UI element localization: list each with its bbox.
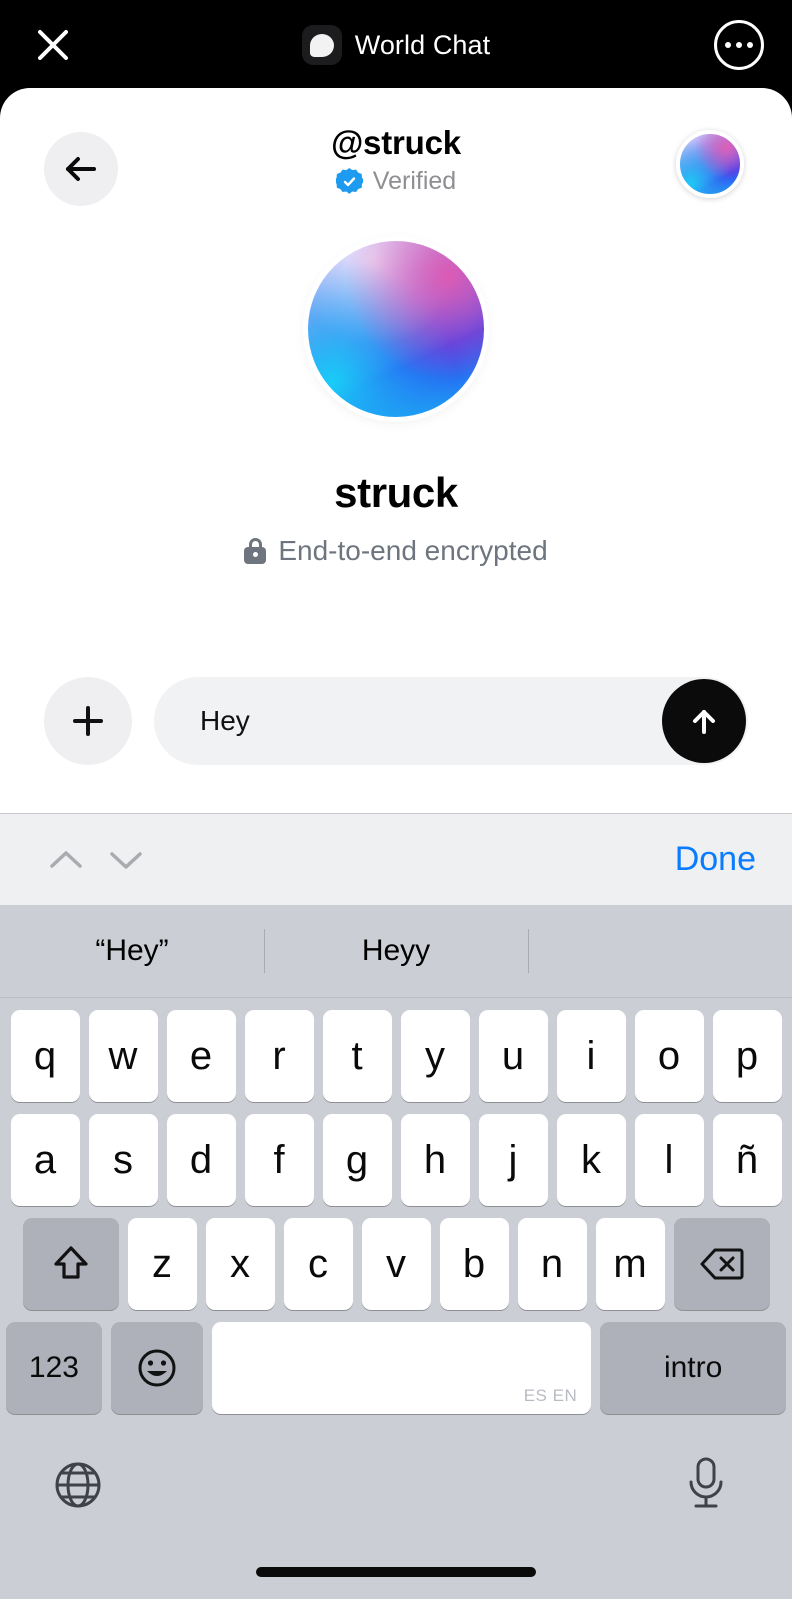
space-language-label: ES EN <box>523 1386 578 1405</box>
suggestion-item[interactable]: “Hey” <box>0 934 264 968</box>
message-input-value: Hey <box>200 705 250 736</box>
key-v[interactable]: v <box>361 1218 431 1310</box>
keyboard-row-2: a s d f g h j k l ñ <box>0 1114 792 1206</box>
autocorrect-suggestions: “Hey” Heyy <box>0 905 792 998</box>
numbers-key[interactable]: 123 <box>6 1322 102 1414</box>
encryption-notice: End-to-end encrypted <box>0 535 792 567</box>
send-button[interactable] <box>662 679 746 763</box>
encryption-label: End-to-end encrypted <box>278 535 548 566</box>
keyboard-row-3: z x c v b n m <box>0 1218 792 1310</box>
key-n[interactable]: n <box>517 1218 587 1310</box>
key-j[interactable]: j <box>478 1114 548 1206</box>
key-x[interactable]: x <box>205 1218 275 1310</box>
page-title: struck <box>334 469 458 516</box>
key-a[interactable]: a <box>10 1114 80 1206</box>
key-f[interactable]: f <box>244 1114 314 1206</box>
key-q[interactable]: q <box>10 1010 80 1102</box>
verified-label: Verified <box>372 167 457 195</box>
on-screen-keyboard: “Hey” Heyy q w e r t y u i o p a s d f g… <box>0 905 792 1599</box>
key-r[interactable]: r <box>244 1010 314 1102</box>
keyboard-bottom-bar <box>0 1427 792 1599</box>
key-z[interactable]: z <box>127 1218 197 1310</box>
key-h[interactable]: h <box>400 1114 470 1206</box>
header-identity: @struck Verified <box>0 124 792 196</box>
key-e[interactable]: e <box>166 1010 236 1102</box>
key-k[interactable]: k <box>556 1114 626 1206</box>
suggestion-item[interactable]: Heyy <box>264 934 528 968</box>
keyboard-row-4: 123 ES EN intro <box>0 1322 792 1414</box>
key-u[interactable]: u <box>478 1010 548 1102</box>
chat-bubble-icon <box>301 25 342 65</box>
profile-block: struck End-to-end encrypted <box>0 241 792 567</box>
key-l[interactable]: l <box>634 1114 704 1206</box>
app-title: World Chat <box>354 29 491 60</box>
key-w[interactable]: w <box>88 1010 158 1102</box>
verified-badge-icon <box>335 168 363 194</box>
keyboard-row-1: q w e r t y u i o p <box>0 1010 792 1102</box>
app-title-group: World Chat <box>0 20 792 70</box>
chat-sheet: @struck Verified struck End-to-end encry… <box>0 88 792 813</box>
key-t[interactable]: t <box>322 1010 392 1102</box>
shift-icon[interactable] <box>22 1218 119 1310</box>
key-b[interactable]: b <box>439 1218 509 1310</box>
message-input[interactable]: Hey <box>154 677 748 765</box>
key-c[interactable]: c <box>283 1218 353 1310</box>
chevron-up-icon[interactable] <box>36 830 96 890</box>
lock-icon <box>244 538 267 564</box>
key-enye[interactable]: ñ <box>712 1114 782 1206</box>
enter-key[interactable]: intro <box>600 1322 786 1414</box>
user-handle: @struck <box>331 124 461 161</box>
key-o[interactable]: o <box>634 1010 704 1102</box>
more-options-icon[interactable] <box>714 20 764 70</box>
key-g[interactable]: g <box>322 1114 392 1206</box>
space-key[interactable]: ES EN <box>211 1322 592 1414</box>
emoji-icon[interactable] <box>110 1322 203 1414</box>
avatar[interactable] <box>676 130 744 198</box>
keyboard-accessory-bar: Done <box>0 813 792 905</box>
phone-screen: World Chat @struck Verified struck End-t… <box>0 0 792 1599</box>
profile-avatar-large[interactable] <box>308 241 484 417</box>
chevron-down-icon[interactable] <box>96 830 156 890</box>
key-m[interactable]: m <box>595 1218 665 1310</box>
home-indicator[interactable] <box>256 1567 536 1577</box>
verified-status: Verified <box>335 167 457 196</box>
key-d[interactable]: d <box>166 1114 236 1206</box>
app-bar: World Chat <box>0 0 792 90</box>
chat-header: @struck Verified <box>0 88 792 223</box>
globe-icon[interactable] <box>52 1459 104 1516</box>
backspace-icon[interactable] <box>673 1218 770 1310</box>
key-i[interactable]: i <box>556 1010 626 1102</box>
key-y[interactable]: y <box>400 1010 470 1102</box>
microphone-icon[interactable] <box>682 1455 730 1518</box>
plus-icon[interactable] <box>44 677 132 765</box>
done-button[interactable]: Done <box>675 840 756 879</box>
key-p[interactable]: p <box>712 1010 782 1102</box>
key-s[interactable]: s <box>88 1114 158 1206</box>
message-composer: Hey <box>0 677 792 765</box>
